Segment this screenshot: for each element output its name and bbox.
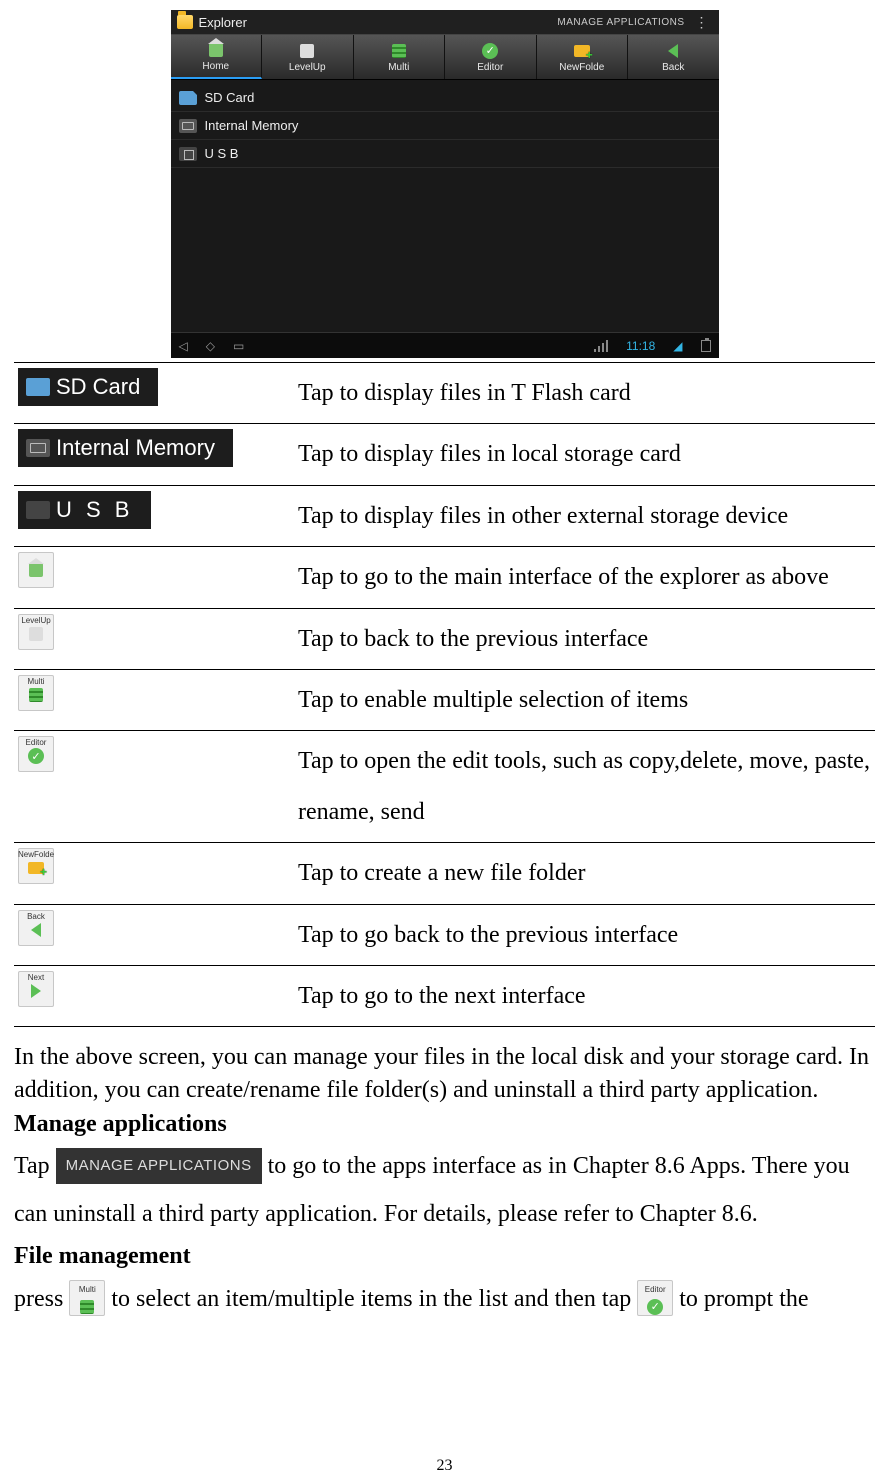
editor-mini-icon: Editor ✓: [18, 736, 54, 772]
storage-item-sdcard: SD Card: [171, 84, 719, 112]
editor-icon: ✓: [646, 1299, 664, 1315]
nav-back-icon: ◁: [179, 339, 188, 353]
manage-applications-chip: MANAGE APPLICATIONS: [56, 1148, 262, 1184]
sd-card-icon: [179, 91, 197, 105]
internal-memory-icon: [26, 439, 50, 457]
legend-desc: Tap to back to the previous interface: [294, 608, 875, 669]
legend-desc: Tap to display files in other external s…: [294, 485, 875, 546]
icon-legend-table: SD Card Tap to display files in T Flash …: [14, 362, 875, 1027]
multi-icon: [27, 687, 45, 703]
wifi-icon: ◢: [673, 339, 682, 353]
nav-recent-icon: ▭: [233, 339, 244, 353]
sd-card-chip: SD Card: [18, 368, 158, 406]
usb-icon: [179, 147, 197, 161]
levelup-icon: [27, 626, 45, 642]
newfolder-icon: [573, 42, 591, 60]
home-icon: [207, 41, 225, 59]
paragraph: press Multi to select an item/multiple i…: [14, 1275, 875, 1323]
levelup-mini-icon: LevelUp: [18, 614, 54, 650]
sd-card-icon: [26, 378, 50, 396]
nav-home-icon: ◇: [206, 339, 215, 353]
table-row: Back Tap to go back to the previous inte…: [14, 904, 875, 965]
body-text: In the above screen, you can manage your…: [14, 1041, 875, 1323]
editor-icon: ✓: [481, 42, 499, 60]
multi-mini-icon: Multi: [18, 675, 54, 711]
screenshot-navbar: ◁ ◇ ▭ 11:18 ◢: [171, 332, 719, 358]
usb-chip: U S B: [18, 491, 151, 529]
legend-desc: Tap to go to the next interface: [294, 965, 875, 1026]
newfolder-mini-icon: NewFolde: [18, 848, 54, 884]
home-icon: [27, 562, 45, 578]
usb-icon: [26, 501, 50, 519]
paragraph: Tap MANAGE APPLICATIONS to go to the app…: [14, 1142, 875, 1238]
table-row: Next Tap to go to the next interface: [14, 965, 875, 1026]
table-row: Tap to go to the main interface of the e…: [14, 547, 875, 608]
levelup-icon: [298, 42, 316, 60]
storage-item-usb: U S B: [171, 140, 719, 168]
legend-desc: Tap to open the edit tools, such as copy…: [294, 731, 875, 843]
table-row: Internal Memory Tap to display files in …: [14, 424, 875, 485]
explorer-icon: [177, 15, 193, 29]
table-row: SD Card Tap to display files in T Flash …: [14, 363, 875, 424]
legend-desc: Tap to go back to the previous interface: [294, 904, 875, 965]
legend-desc: Tap to display files in T Flash card: [294, 363, 875, 424]
tab-editor: ✓ Editor: [445, 35, 537, 79]
back-icon: [27, 922, 45, 938]
tab-multi: Multi: [354, 35, 446, 79]
next-icon: [27, 983, 45, 999]
overflow-icon: ⋮: [691, 14, 713, 31]
manage-applications-label: MANAGE APPLICATIONS: [557, 17, 684, 28]
legend-desc: Tap to display files in local storage ca…: [294, 424, 875, 485]
internal-memory-icon: [179, 119, 197, 133]
paragraph: In the above screen, you can manage your…: [14, 1041, 875, 1106]
signal-icon: [594, 340, 608, 352]
explorer-title: Explorer: [199, 15, 247, 30]
multi-icon: [390, 42, 408, 60]
next-mini-icon: Next: [18, 971, 54, 1007]
clock-label: 11:18: [626, 339, 655, 353]
heading-manage-applications: Manage applications: [14, 1108, 875, 1140]
tab-home: Home: [171, 35, 263, 79]
internal-memory-chip: Internal Memory: [18, 429, 233, 467]
legend-desc: Tap to create a new file folder: [294, 843, 875, 904]
table-row: Multi Tap to enable multiple selection o…: [14, 669, 875, 730]
table-row: NewFolde Tap to create a new file folder: [14, 843, 875, 904]
editor-inline-icon: Editor ✓: [637, 1280, 673, 1316]
tab-back: Back: [628, 35, 719, 79]
heading-file-management: File management: [14, 1240, 875, 1272]
legend-desc: Tap to enable multiple selection of item…: [294, 669, 875, 730]
screenshot-topbar: Explorer MANAGE APPLICATIONS ⋮: [171, 10, 719, 34]
legend-desc: Tap to go to the main interface of the e…: [294, 547, 875, 608]
page-number: 23: [0, 1457, 889, 1475]
table-row: Editor ✓ Tap to open the edit tools, suc…: [14, 731, 875, 843]
storage-item-internal: Internal Memory: [171, 112, 719, 140]
table-row: U S B Tap to display files in other exte…: [14, 485, 875, 546]
screenshot-storage-list: SD Card Internal Memory U S B: [171, 80, 719, 172]
newfolder-icon: [27, 860, 45, 876]
editor-icon: ✓: [27, 748, 45, 764]
tab-newfolder: NewFolde: [537, 35, 629, 79]
screenshot-frame: Explorer MANAGE APPLICATIONS ⋮ Home Leve…: [171, 10, 719, 358]
home-mini-icon: [18, 552, 54, 588]
multi-icon: [78, 1299, 96, 1315]
back-mini-icon: Back: [18, 910, 54, 946]
explorer-screenshot: Explorer MANAGE APPLICATIONS ⋮ Home Leve…: [14, 10, 875, 358]
tab-levelup: LevelUp: [262, 35, 354, 79]
screenshot-tabs: Home LevelUp Multi ✓ Editor NewFolde Bac…: [171, 34, 719, 80]
back-icon: [664, 42, 682, 60]
multi-inline-icon: Multi: [69, 1280, 105, 1316]
table-row: LevelUp Tap to back to the previous inte…: [14, 608, 875, 669]
battery-icon: [701, 340, 711, 352]
